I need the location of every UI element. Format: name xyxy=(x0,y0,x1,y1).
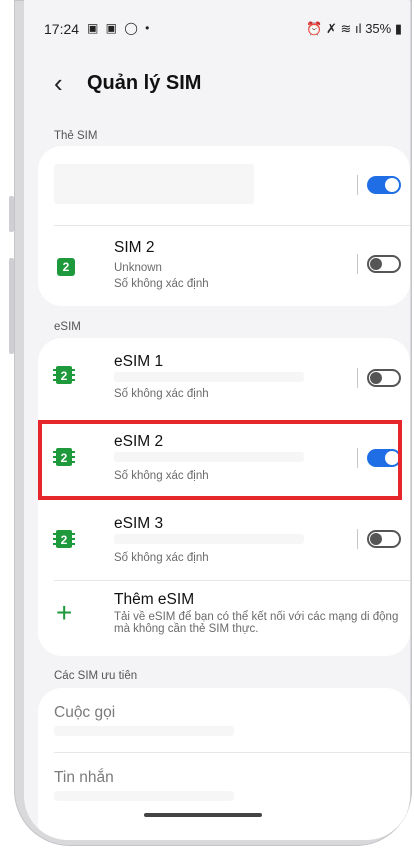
esim-chip-icon: 2 xyxy=(53,366,75,384)
battery-percent: 35% xyxy=(365,21,392,36)
sim-card-row-1[interactable] xyxy=(38,146,410,224)
preferred-calls-row[interactable]: Cuộc gọi xyxy=(38,688,410,752)
redacted-carrier xyxy=(114,372,304,382)
back-arrow-icon[interactable]: ‹ xyxy=(54,70,63,96)
status-time: 17:24 xyxy=(44,21,80,37)
esim-row-3[interactable]: 2 eSIM 3 Số không xác định xyxy=(38,502,410,580)
esim-1-icon-label: 2 xyxy=(61,369,68,383)
add-esim-description: Tải về eSIM để bạn có thể kết nối với cá… xyxy=(114,611,399,635)
esim-1-number: Số không xác định xyxy=(114,388,209,400)
sim-2-status: Unknown xyxy=(114,262,162,274)
section-label-sim-cards: Thẻ SIM xyxy=(54,130,98,142)
esim-1-name: eSIM 1 xyxy=(114,353,164,370)
esim-1-toggle[interactable] xyxy=(367,369,401,387)
toggle-knob xyxy=(370,372,382,384)
battery-icon: ▮ xyxy=(394,21,402,36)
row-separator xyxy=(357,254,358,274)
row-separator xyxy=(357,529,358,549)
redacted-messages-value xyxy=(54,791,234,801)
system-icons: ⏰ ✗ ≋ ıl xyxy=(306,21,362,36)
sim-2-number: Số không xác định xyxy=(114,278,209,290)
status-right-icons: ⏰ ✗ ≋ ıl 35% ▮ xyxy=(306,21,402,37)
notification-icons: ▣ ▣ ◯ • xyxy=(87,21,152,35)
highlight-box xyxy=(38,420,402,500)
page-title: Quản lý SIM xyxy=(87,72,202,94)
esim-3-icon-label: 2 xyxy=(61,533,68,547)
add-esim-title: Thêm eSIM xyxy=(114,591,195,608)
esim-chip-icon: 2 xyxy=(53,530,75,548)
toggle-knob xyxy=(385,178,399,192)
calls-label: Cuộc gọi xyxy=(54,704,116,721)
toggle-knob xyxy=(370,258,382,270)
row-separator xyxy=(357,175,358,195)
sim-2-toggle[interactable] xyxy=(367,255,401,273)
redacted-sim-name xyxy=(54,164,254,204)
messages-label: Tin nhắn xyxy=(54,769,114,786)
redacted-calls-value xyxy=(54,726,234,736)
plus-icon: + xyxy=(56,597,73,628)
top-app-bar: ‹ Quản lý SIM xyxy=(24,66,410,106)
home-indicator[interactable] xyxy=(144,813,262,817)
section-label-esim: eSIM xyxy=(54,321,81,333)
add-esim-row[interactable]: + Thêm eSIM Tải về eSIM để bạn có thể kế… xyxy=(38,581,410,656)
esim-3-number: Số không xác định xyxy=(114,552,209,564)
preferred-messages-row[interactable]: Tin nhắn xyxy=(38,753,410,817)
redacted-carrier xyxy=(114,534,304,544)
esim-row-1[interactable]: 2 eSIM 1 Số không xác định xyxy=(38,338,410,418)
sim-cards-card: 2 SIM 2 Unknown Số không xác định xyxy=(38,146,410,306)
preferred-sims-card: Cuộc gọi Tin nhắn xyxy=(38,688,410,840)
status-bar: 17:24 ▣ ▣ ◯ • ⏰ ✗ ≋ ıl 35% ▮ xyxy=(24,0,410,44)
toggle-knob xyxy=(370,533,382,545)
sim-2-name: SIM 2 xyxy=(114,239,155,256)
sim-card-row-2[interactable]: 2 SIM 2 Unknown Số không xác định xyxy=(38,226,410,306)
sim-2-icon: 2 xyxy=(57,258,75,276)
row-separator xyxy=(357,368,358,388)
esim-3-toggle[interactable] xyxy=(367,530,401,548)
sim-1-toggle[interactable] xyxy=(367,176,401,194)
section-label-preferred: Các SIM ưu tiên xyxy=(54,670,138,682)
esim-3-name: eSIM 3 xyxy=(114,515,164,532)
